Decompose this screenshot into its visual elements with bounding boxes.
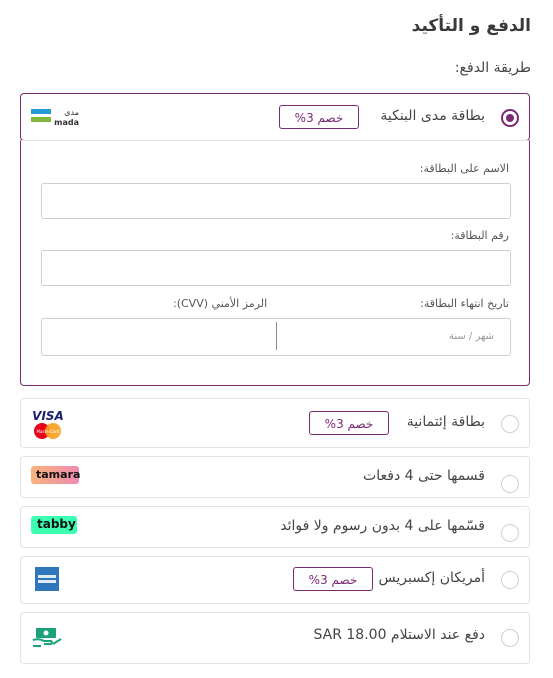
svg-text:مدى: مدى [64,108,79,117]
radio-tabby[interactable] [501,524,519,542]
card-name-label: الاسم على البطاقة: [419,162,509,175]
radio-tamara[interactable] [501,475,519,493]
payment-option-label: بطاقة مدى البنكية [380,108,485,124]
radio-credit-card[interactable] [501,415,519,433]
payment-option-label: قسّمها على 4 بدون رسوم ولا فوائد [280,518,485,534]
discount-badge: خصم 3% [279,105,359,129]
payment-option-tamara[interactable]: قسمها حتى 4 دفعات tamara [20,456,530,498]
svg-text:MasterCard: MasterCard [36,429,59,434]
visa-mastercard-logo: VISA MasterCard [31,405,65,441]
card-number-input[interactable] [41,250,511,286]
card-number-label: رقم البطاقة: [450,229,509,242]
expiry-label: تاريخ انتهاء البطاقة: [420,297,509,310]
radio-cod[interactable] [501,629,519,647]
payment-option-label: بطاقة إئتمانية [406,414,485,430]
payment-option-tabby[interactable]: قسّمها على 4 بدون رسوم ولا فوائد tabby [20,506,530,548]
card-name-input[interactable] [41,183,511,219]
svg-text:mada: mada [54,118,79,127]
expiry-cvv-input[interactable]: شهر / سنة [41,318,511,356]
payment-method-heading: طريقة الدفع: [454,60,531,76]
svg-text:VISA: VISA [32,409,64,423]
payment-option-label: أمريكان إكسبريس [378,570,485,586]
page-title: الدفع و التأكيد [411,16,531,36]
discount-badge: خصم 3% [293,567,373,591]
cash-on-delivery-icon [31,624,65,652]
amex-logo [35,567,59,591]
cvv-label: الرمز الأمني (CVV): [173,297,268,310]
payment-option-label: قسمها حتى 4 دفعات [363,468,485,484]
radio-mada[interactable] [501,109,519,127]
payment-option-cod[interactable]: دفع عند الاستلام SAR 18.00 [20,612,530,664]
tamara-logo: tamara [31,466,80,484]
payment-option-amex[interactable]: أمريكان إكسبريس خصم 3% [20,556,530,604]
card-form: الاسم على البطاقة: رقم البطاقة: تاريخ ان… [20,140,530,386]
payment-option-label: دفع عند الاستلام SAR 18.00 [313,627,486,643]
field-divider [276,322,277,350]
mada-logo: مدى mada [31,106,81,128]
tabby-logo: tabby [31,516,77,534]
payment-option-mada[interactable]: بطاقة مدى البنكية خصم 3% مدى mada [20,93,530,141]
radio-amex[interactable] [501,571,519,589]
expiry-placeholder: شهر / سنة [449,331,494,342]
discount-badge: خصم 3% [309,411,389,435]
payment-option-credit-card[interactable]: بطاقة إئتمانية خصم 3% VISA MasterCard [20,398,530,448]
